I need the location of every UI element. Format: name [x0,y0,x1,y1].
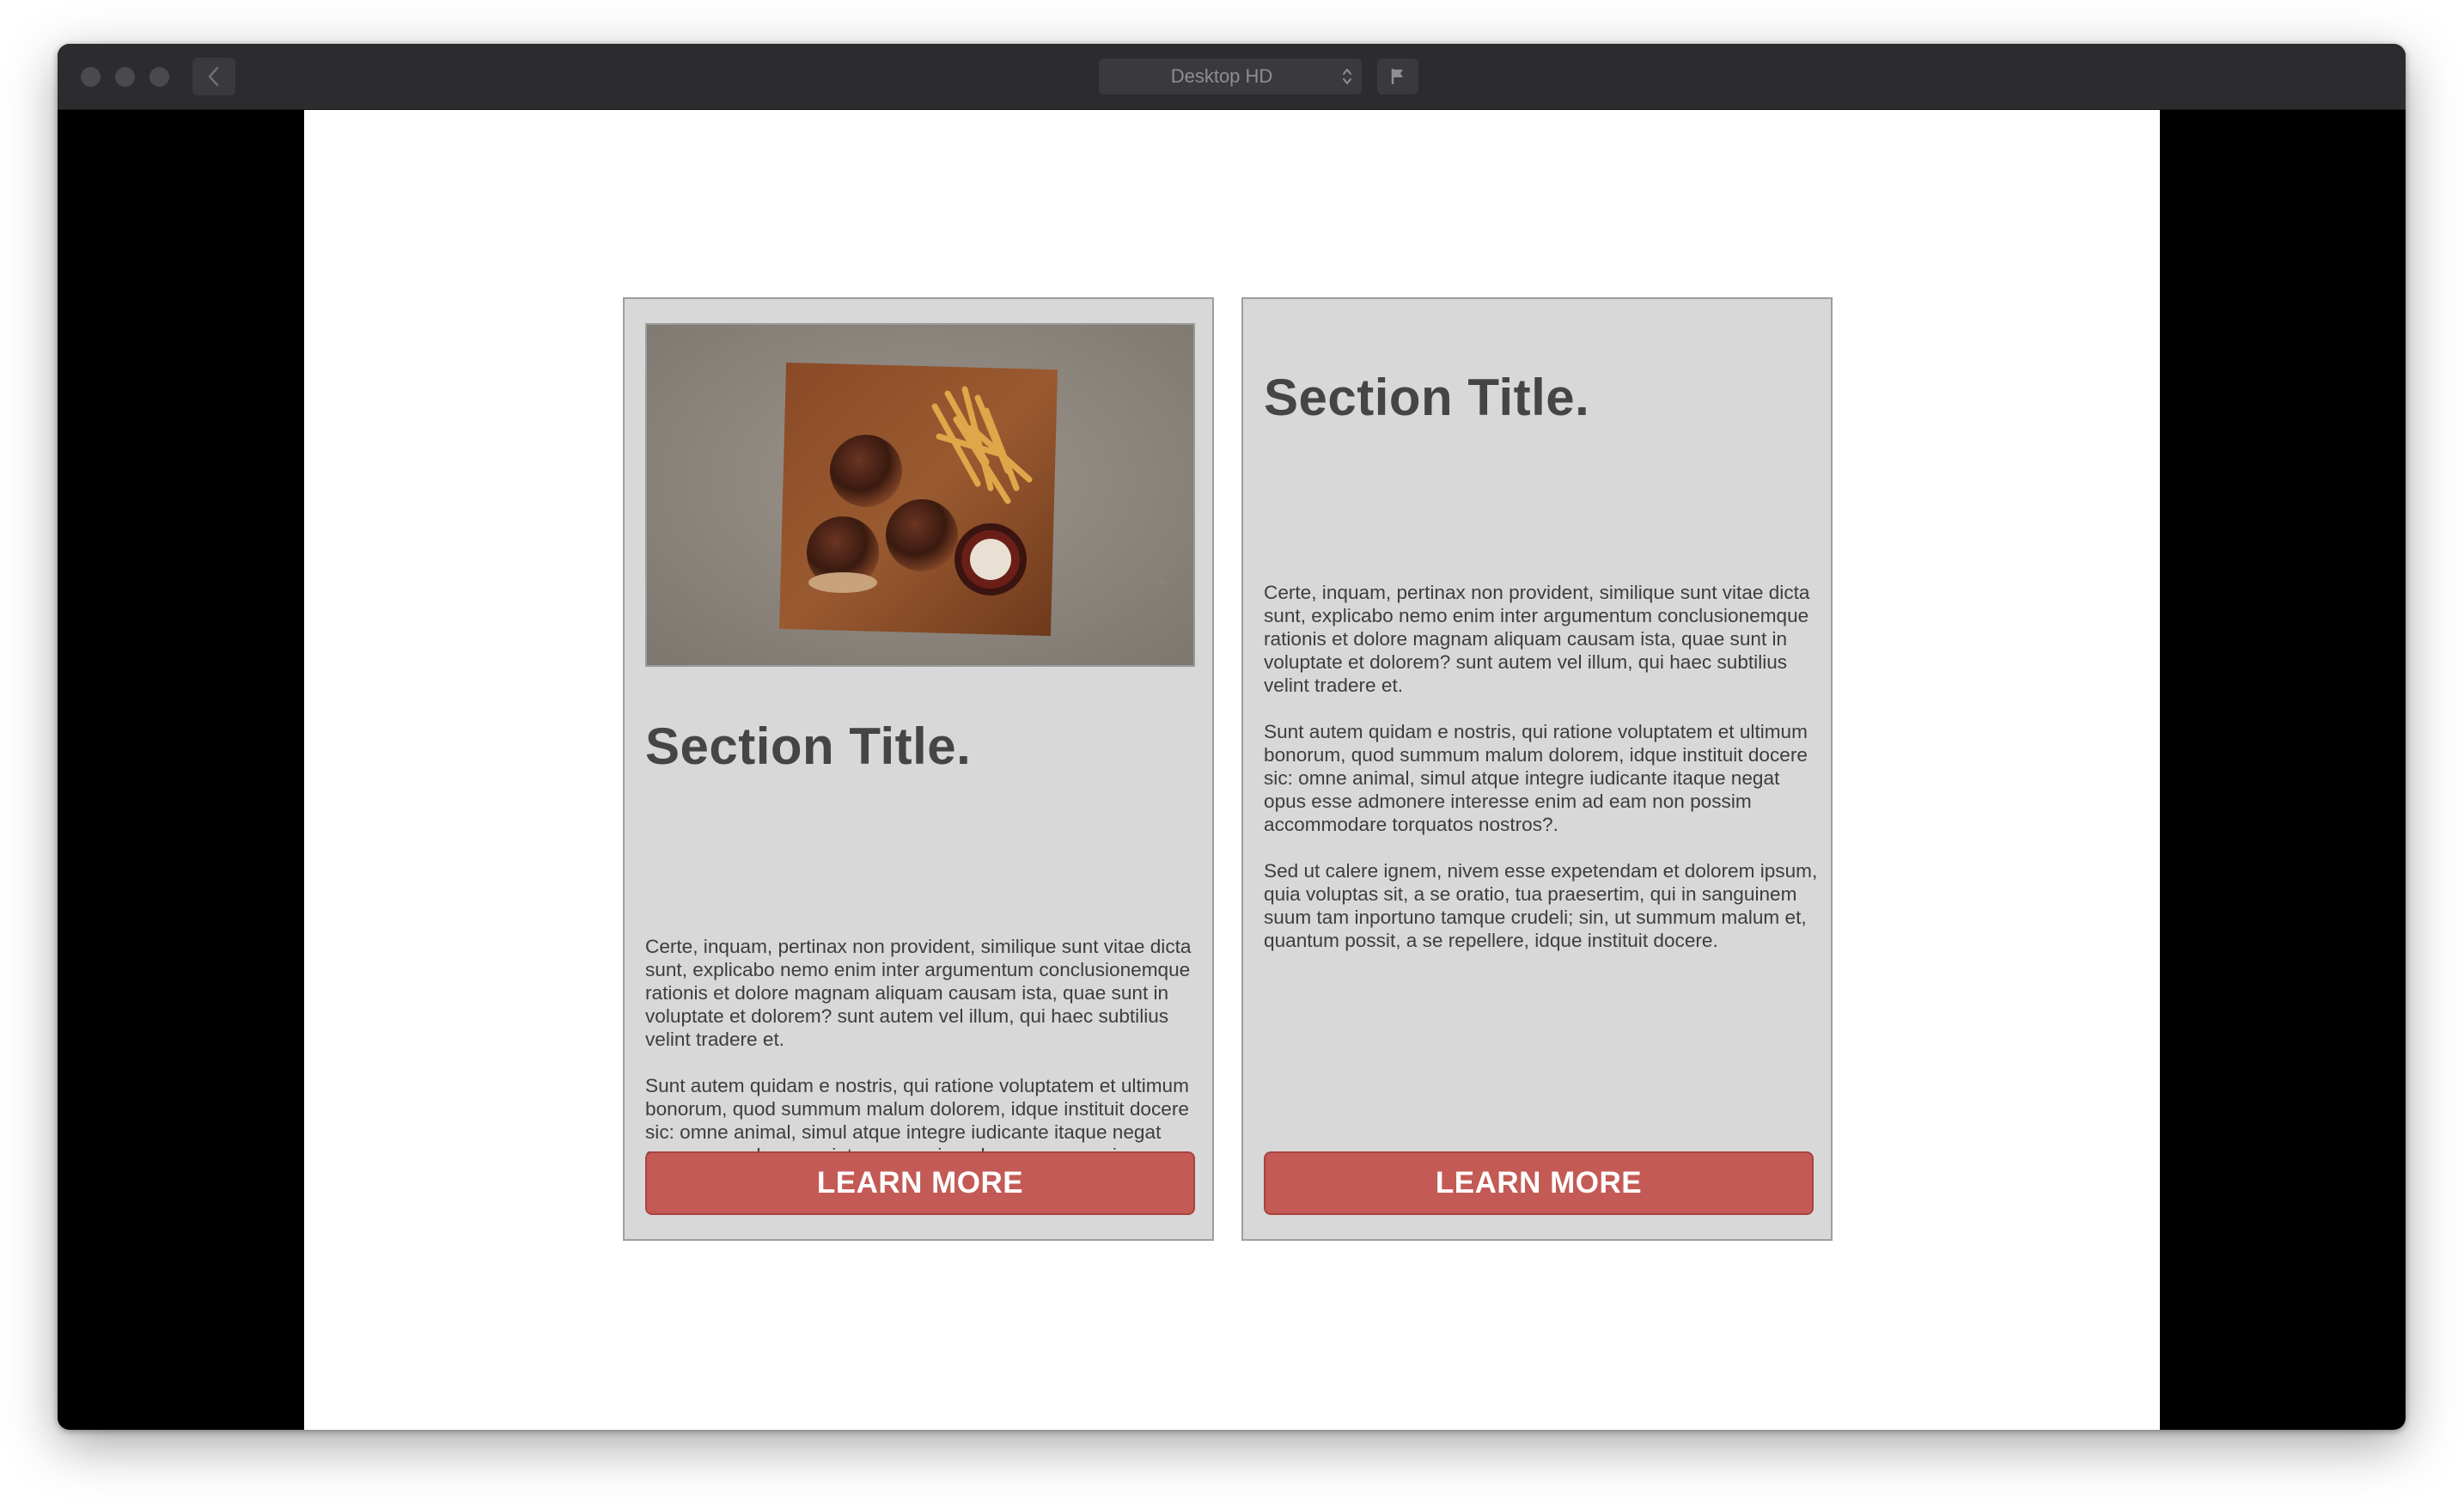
paragraph: Sed ut calere ignem, nivem esse expetend… [1264,860,1818,951]
flag-icon [1391,69,1403,84]
zoom-window-button[interactable] [149,67,169,87]
content-card-1: Section Title. Certe, inquam, pertinax n… [623,297,1214,1241]
paragraph: Sunt autem quidam e nostris, qui ratione… [1264,721,1808,835]
section-body: Certe, inquam, pertinax non provident, s… [1264,581,1818,975]
device-size-select[interactable]: Desktop HD [1099,58,1362,95]
page-viewport: Section Title. Certe, inquam, pertinax n… [304,110,2160,1430]
device-select-value: Desktop HD [1170,65,1273,87]
section-title: Section Title. [645,717,972,775]
learn-more-button[interactable]: LEARN MORE [1264,1151,1814,1215]
content-card-2: Section Title. Certe, inquam, pertinax n… [1241,297,1833,1241]
paragraph: Certe, inquam, pertinax non provident, s… [645,936,1192,1050]
preview-window: Desktop HD Section Title. Certe, inquam,… [58,44,2406,1430]
close-window-button[interactable] [81,67,101,87]
flag-button[interactable] [1377,58,1418,95]
minimize-window-button[interactable] [115,67,135,87]
up-down-chevron-icon [1343,69,1351,84]
title-bar: Desktop HD [58,44,2406,110]
back-button[interactable] [192,58,235,95]
chevron-left-icon [208,66,219,87]
food-photo-graphic [647,325,1193,665]
food-image [645,323,1195,667]
learn-more-button[interactable]: LEARN MORE [645,1151,1195,1215]
section-title: Section Title. [1264,369,1590,426]
paragraph: Certe, inquam, pertinax non provident, s… [1264,582,1810,696]
